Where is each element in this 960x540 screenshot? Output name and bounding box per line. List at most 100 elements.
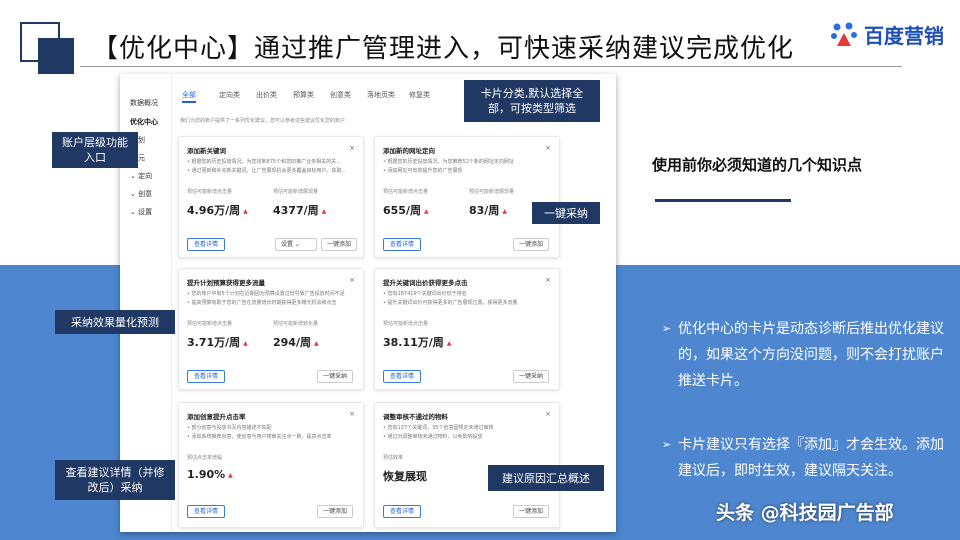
sidebar-item-targeting[interactable]: ⌄ 定向 — [130, 171, 152, 181]
tab-bidding[interactable]: 出价类 — [256, 90, 293, 100]
sidebar-item-overview[interactable]: 数据概况 — [130, 98, 158, 108]
bullet-point: ➢ 优化中心的卡片是动态诊断后推出优化建议的，如果这个方向没问题，则不会打扰账户… — [662, 316, 952, 394]
decor-square-filled — [38, 38, 74, 74]
sidebar-item-creative[interactable]: ⌄ 创意 — [130, 189, 152, 199]
close-icon[interactable]: × — [349, 410, 355, 418]
arrow-up-icon: ▲ — [228, 471, 233, 479]
tab-landing-page[interactable]: 落地页类 — [367, 90, 409, 100]
watermark: 头条 @科技园广告部 — [716, 502, 894, 524]
metric-label: 预估效果 — [383, 455, 404, 461]
metric-value: 38.11万/周 ▲ — [383, 334, 451, 350]
metric-number: 294/周 — [273, 336, 311, 349]
arrow-up-icon: ▲ — [243, 339, 248, 347]
one-click-add-button[interactable]: 一键添加 — [513, 505, 550, 518]
close-icon[interactable]: × — [545, 410, 551, 418]
one-click-adopt-button[interactable]: 一键采纳 — [513, 370, 550, 383]
chevron-down-icon: ⌄ — [130, 172, 139, 180]
settings-dropdown[interactable]: 设置 ⌄ — [275, 238, 317, 251]
metric-label: 预估可能新增点击量 — [187, 321, 233, 327]
logo-text: 百度营销 — [864, 24, 944, 48]
arrow-up-icon: ▲ — [243, 207, 248, 215]
view-details-button[interactable]: 查看详情 — [383, 238, 422, 251]
card-title: 添加新的网址定向 — [383, 147, 435, 155]
knowledge-underline — [655, 199, 791, 202]
callout-effect-forecast: 采纳效果量化预测 — [55, 310, 175, 334]
one-click-adopt-button[interactable]: 一键采纳 — [317, 370, 354, 383]
metric-value: 4377/周 ▲ — [273, 202, 326, 218]
metric-label: 预估可能新增点击量 — [187, 189, 233, 195]
arrow-bullet-icon: ➢ — [662, 438, 672, 451]
metric-label: 预估可能新增展现量 — [273, 189, 319, 195]
card-description: • 根据您的历史投放情况，为您推荐52个新的网址定向网址 — [383, 159, 514, 165]
one-click-add-button[interactable]: 一键添加 — [321, 238, 358, 251]
metric-value: 83/周 ▲ — [469, 202, 507, 218]
sidebar-item-optimization-center[interactable]: 优化中心 — [130, 117, 158, 127]
callout-card-category: 卡片分类,默认选择全部，可按类型筛选 — [464, 80, 600, 122]
metric-label: 预估点击率增幅 — [187, 455, 223, 461]
view-details-button[interactable]: 查看详情 — [383, 505, 422, 518]
card-title: 添加新关键词 — [187, 147, 226, 155]
bullet-text: 卡片建议只有选择『添加』才会生效。添加建议后，即时生效，建议隔天关注。 — [678, 437, 944, 479]
tab-budget[interactable]: 预算类 — [293, 90, 330, 100]
knowledge-heading: 使用前你必须知道的几个知识点 — [652, 156, 863, 174]
title-divider — [80, 66, 902, 67]
sidebar-item-plan[interactable]: 划 — [138, 135, 145, 145]
metric-label: 预估可能新增展现量 — [469, 189, 515, 195]
metric-number: 4.96万/周 — [187, 204, 241, 217]
active-tab-indicator — [182, 101, 196, 103]
chevron-down-icon: ⌄ — [130, 190, 139, 198]
card-description: • 通过对调整审核未通过物料，以免影响投放 — [383, 434, 483, 440]
close-icon[interactable]: × — [545, 144, 551, 152]
tab-all[interactable]: 全部 — [182, 90, 219, 100]
card-description: • 根据您的历史投放情况，为您找到875个和您的推广业务相关的关… — [187, 159, 342, 165]
card-description: • 添加网址可有效提升您的广告展现 — [383, 168, 463, 174]
tab-targeting[interactable]: 定向类 — [219, 90, 256, 100]
metric-number: 655/周 — [383, 204, 421, 217]
bullet-text: 优化中心的卡片是动态诊断后推出优化建议的，如果这个方向没问题，则不会打扰账户推送… — [678, 321, 944, 389]
view-details-button[interactable]: 查看详情 — [383, 370, 422, 383]
baidu-marketing-logo: 百度营销 — [830, 20, 944, 49]
view-details-button[interactable]: 查看详情 — [187, 238, 226, 251]
optimization-hint: 我们为您的账户提供了一系列优化建议，您可以参考这些建议优化您的账户 — [180, 118, 346, 124]
metric-number: 1.90% — [187, 468, 226, 481]
card-description: • 提高预算有助于您的广告在流量增长时期获得更多曝光机会和点击 — [187, 300, 337, 306]
metric-number: 83/周 — [469, 204, 500, 217]
close-icon[interactable]: × — [349, 144, 355, 152]
suggestion-card-raise-budget: 提升计划预算获得更多流量 × • 您的账户中有5个计划在近期因为预算设置过低导致… — [178, 268, 364, 390]
metric-value: 1.90% ▲ — [187, 468, 233, 481]
metric-number: 4377/周 — [273, 204, 319, 217]
baidu-paw-icon — [830, 21, 858, 49]
arrow-up-icon: ▲ — [446, 339, 452, 347]
suggestion-card-raise-bid: 提升关键词出价获得更多点击 × • 您有187419个关键词出价低于排名 • 提… — [374, 268, 560, 390]
view-details-button[interactable]: 查看详情 — [187, 370, 226, 383]
metric-value: 4.96万/周 ▲ — [187, 202, 248, 218]
sidebar-item-settings[interactable]: ⌄ 设置 — [130, 207, 152, 217]
sidebar-label-creative: 创意 — [138, 190, 153, 198]
one-click-add-button[interactable]: 一键添加 — [317, 505, 354, 518]
metric-label: 预估可能新增转化量 — [273, 321, 319, 327]
callout-reason-summary: 建议原因汇总概述 — [488, 465, 604, 491]
slide: 【优化中心】通过推广管理进入，可快速采纳建议完成优化 百度营销 数据概况 优化中… — [0, 0, 960, 540]
callout-one-click: 一键采纳 — [532, 202, 600, 224]
sidebar-label-settings: 设置 — [138, 208, 153, 216]
metric-number: 38.11万/周 — [383, 336, 444, 349]
view-details-button[interactable]: 查看详情 — [187, 505, 226, 518]
tab-creative[interactable]: 创意类 — [330, 90, 367, 100]
close-icon[interactable]: × — [545, 276, 551, 284]
arrow-bullet-icon: ➢ — [662, 322, 672, 335]
one-click-add-button[interactable]: 一键添加 — [513, 238, 550, 251]
suggestion-card-add-creative: 添加创意提升点击率 × • 部分创意与投放书写内容描述不匹配 • 添加系统推荐创… — [178, 402, 364, 528]
card-title: 提升关键词出价获得更多点击 — [383, 279, 468, 287]
sidebar-item-unit[interactable]: 元 — [138, 153, 145, 163]
callout-account-entry: 账户层级功能入口 — [52, 132, 138, 168]
chevron-down-icon: ⌄ — [130, 208, 139, 216]
close-icon[interactable]: × — [349, 276, 355, 284]
tab-repair[interactable]: 修复类 — [409, 90, 446, 100]
metric-label: 预估可能新增点击量 — [383, 321, 429, 327]
arrow-up-icon: ▲ — [321, 207, 327, 215]
card-description: • 您有187419个关键词出价低于排名 — [383, 291, 467, 297]
card-title: 提升计划预算获得更多流量 — [187, 279, 265, 287]
card-description: • 您的账户中有5个计划在近期因为预算设置过低导致广告投放时间不足 — [187, 291, 345, 297]
optimization-center-screenshot: 数据概况 优化中心 划 元 ⌄ 定向 ⌄ 创意 ⌄ 设置 全部 定向类 出价类 … — [120, 74, 616, 532]
sidebar-label-targeting: 定向 — [138, 172, 153, 180]
